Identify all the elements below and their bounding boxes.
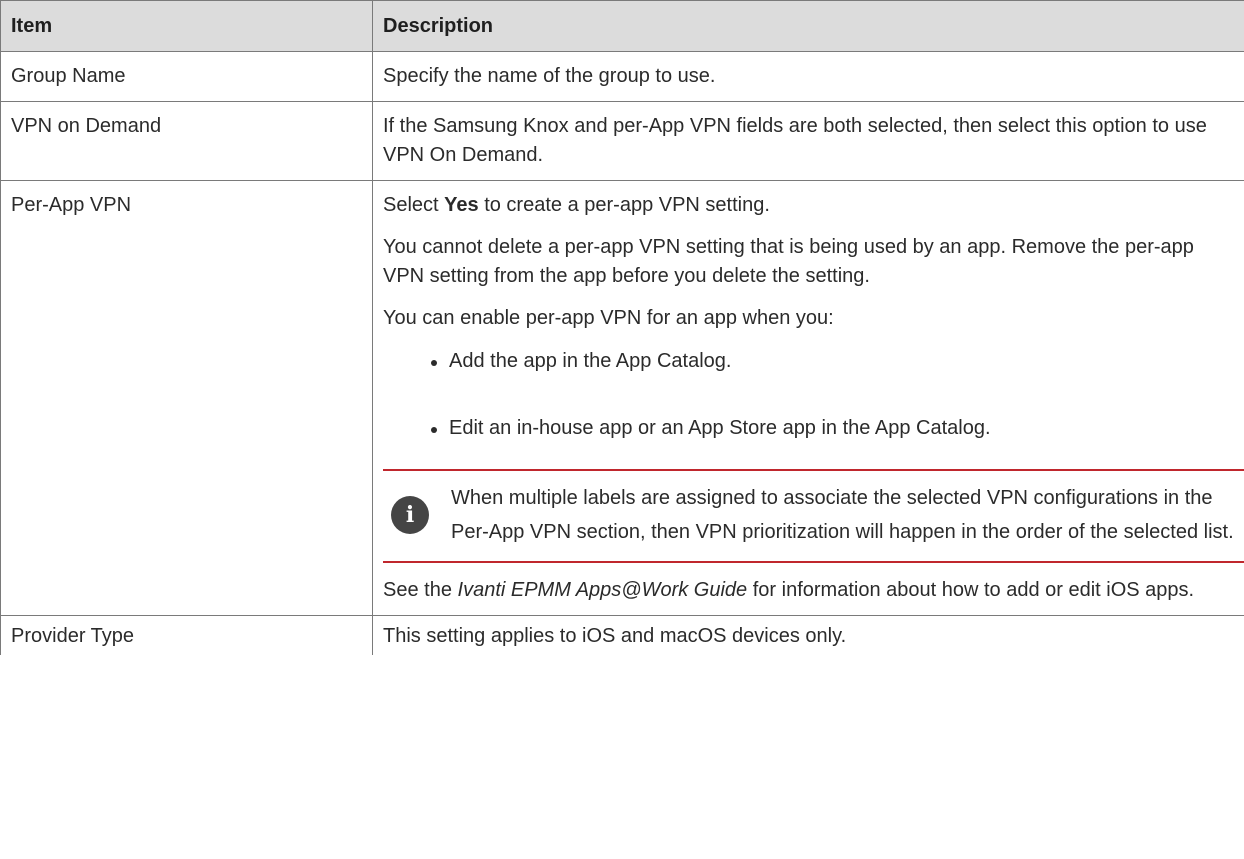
bullet-icon xyxy=(431,427,437,433)
enable-intro-paragraph: You can enable per-app VPN for an app wh… xyxy=(383,307,834,329)
select-prefix: Select xyxy=(383,194,445,216)
see-guide-paragraph: See the Ivanti EPMM Apps@Work Guide for … xyxy=(383,576,1234,605)
table-row: VPN on Demand If the Samsung Knox and pe… xyxy=(0,101,1244,181)
list-item: Edit an in-house app or an App Store app… xyxy=(431,414,1234,443)
row-item-group-name: Group Name xyxy=(0,51,373,102)
yes-keyword: Yes xyxy=(444,194,479,216)
settings-table: Item Description Group Name Specify the … xyxy=(0,0,1244,655)
header-row: Item Description xyxy=(0,0,1244,52)
note-text: When multiple labels are assigned to ass… xyxy=(451,487,1234,543)
select-yes-paragraph: Select Yes to create a per-app VPN setti… xyxy=(383,191,1234,220)
row-desc-vpn-on-demand: If the Samsung Knox and per-App VPN fiel… xyxy=(372,101,1244,181)
list-item: Add the app in the App Catalog. xyxy=(431,347,1234,376)
bullet-text: Edit an in-house app or an App Store app… xyxy=(449,417,991,439)
row-desc-per-app-vpn: Select Yes to create a per-app VPN setti… xyxy=(372,180,1244,616)
note-callout: i When multiple labels are assigned to a… xyxy=(383,469,1244,563)
bullet-text: Add the app in the App Catalog. xyxy=(449,350,732,372)
header-description: Description xyxy=(372,0,1244,52)
table-row: Per-App VPN Select Yes to create a per-a… xyxy=(0,180,1244,616)
guide-title: Ivanti EPMM Apps@Work Guide xyxy=(457,579,748,601)
see-suffix: for information about how to add or edit… xyxy=(747,579,1195,601)
enable-bullet-list: Add the app in the App Catalog. Edit an … xyxy=(383,347,1234,443)
row-desc-provider-type: This setting applies to iOS and macOS de… xyxy=(372,615,1244,655)
cannot-delete-paragraph: You cannot delete a per-app VPN setting … xyxy=(383,236,1194,287)
row-item-per-app-vpn: Per-App VPN xyxy=(0,180,373,616)
row-item-provider-type: Provider Type xyxy=(0,615,373,655)
row-desc-group-name: Specify the name of the group to use. xyxy=(372,51,1244,102)
info-icon: i xyxy=(391,496,429,534)
bullet-icon xyxy=(431,360,437,366)
header-item: Item xyxy=(0,0,373,52)
table-row: Provider Type This setting applies to iO… xyxy=(0,615,1244,655)
row-item-vpn-on-demand: VPN on Demand xyxy=(0,101,373,181)
table-row: Group Name Specify the name of the group… xyxy=(0,51,1244,102)
select-suffix: to create a per-app VPN setting. xyxy=(478,194,770,216)
see-prefix: See the xyxy=(383,579,458,601)
